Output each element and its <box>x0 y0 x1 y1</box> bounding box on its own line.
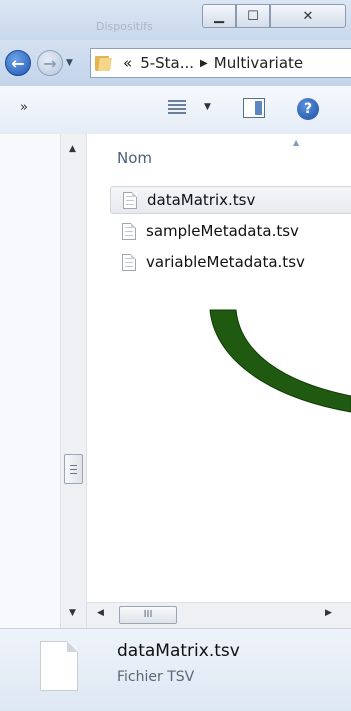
scroll-left-button[interactable]: ◀ <box>97 608 104 618</box>
file-name: variableMetadata.tsv <box>146 253 305 271</box>
navigation-bar: ← → ▼ « 5-Sta... ▶ Multivariate <box>0 40 351 86</box>
scroll-thumb[interactable] <box>64 454 83 484</box>
navigation-pane-scrollbar[interactable]: ▲ ▼ <box>60 134 87 628</box>
sort-ascending-icon: ▲ <box>293 138 300 147</box>
scroll-up-button[interactable]: ▲ <box>69 144 76 154</box>
command-toolbar: » ▼ ? <box>0 86 351 135</box>
tsv-file-icon <box>123 191 137 209</box>
minimize-button[interactable]: ▁ <box>202 4 236 28</box>
horizontal-scrollbar[interactable]: ◀ III ▶ <box>87 602 351 628</box>
file-name: sampleMetadata.tsv <box>146 222 299 240</box>
window-title: Dispositifs <box>96 20 153 33</box>
navigation-pane <box>0 134 60 628</box>
tsv-file-icon <box>122 222 136 240</box>
file-name: dataMatrix.tsv <box>147 191 256 209</box>
scroll-right-button[interactable]: ▶ <box>325 608 332 618</box>
file-row-variablemetadata[interactable]: variableMetadata.tsv <box>110 248 351 276</box>
tsv-file-icon <box>122 253 136 271</box>
file-row-samplemetadata[interactable]: sampleMetadata.tsv <box>110 217 351 245</box>
close-button[interactable]: ✕ <box>270 4 346 28</box>
view-details-icon[interactable] <box>168 100 186 116</box>
breadcrumb-overflow[interactable]: « <box>123 54 132 72</box>
maximize-button[interactable]: ☐ <box>236 4 270 28</box>
green-annotation-arrow <box>209 309 351 413</box>
details-file-name: dataMatrix.tsv <box>117 641 240 661</box>
file-row-datamatrix[interactable]: dataMatrix.tsv <box>110 186 351 214</box>
preview-pane-icon[interactable] <box>243 98 265 118</box>
breadcrumb-item-stats[interactable]: 5-Sta... <box>140 54 194 72</box>
breadcrumb-item-multivariate[interactable]: Multivariate <box>214 54 303 72</box>
details-file-type: Fichier TSV <box>117 669 195 685</box>
title-bar: Dispositifs ▁ ☐ ✕ <box>0 0 351 40</box>
help-button[interactable]: ? <box>297 98 319 120</box>
recent-pages-dropdown[interactable]: ▼ <box>66 58 73 68</box>
breadcrumb-separator-icon[interactable]: ▶ <box>200 58 208 69</box>
more-commands-button[interactable]: » <box>20 100 28 115</box>
address-bar[interactable]: « 5-Sta... ▶ Multivariate <box>90 48 351 78</box>
horizontal-scroll-thumb[interactable]: III <box>119 606 177 624</box>
folder-icon <box>95 55 113 71</box>
column-header-name[interactable]: Nom <box>117 149 152 167</box>
view-options-dropdown[interactable]: ▼ <box>204 102 211 112</box>
details-pane: dataMatrix.tsv Fichier TSV <box>0 628 351 711</box>
scroll-down-button[interactable]: ▼ <box>69 608 76 618</box>
back-button[interactable]: ← <box>5 50 31 76</box>
forward-button[interactable]: → <box>37 50 63 76</box>
large-file-icon <box>40 641 78 691</box>
file-list-area: ▲ ▼ Nom ▲ dataMatrix.tsv sampleMetadata.… <box>0 134 351 628</box>
